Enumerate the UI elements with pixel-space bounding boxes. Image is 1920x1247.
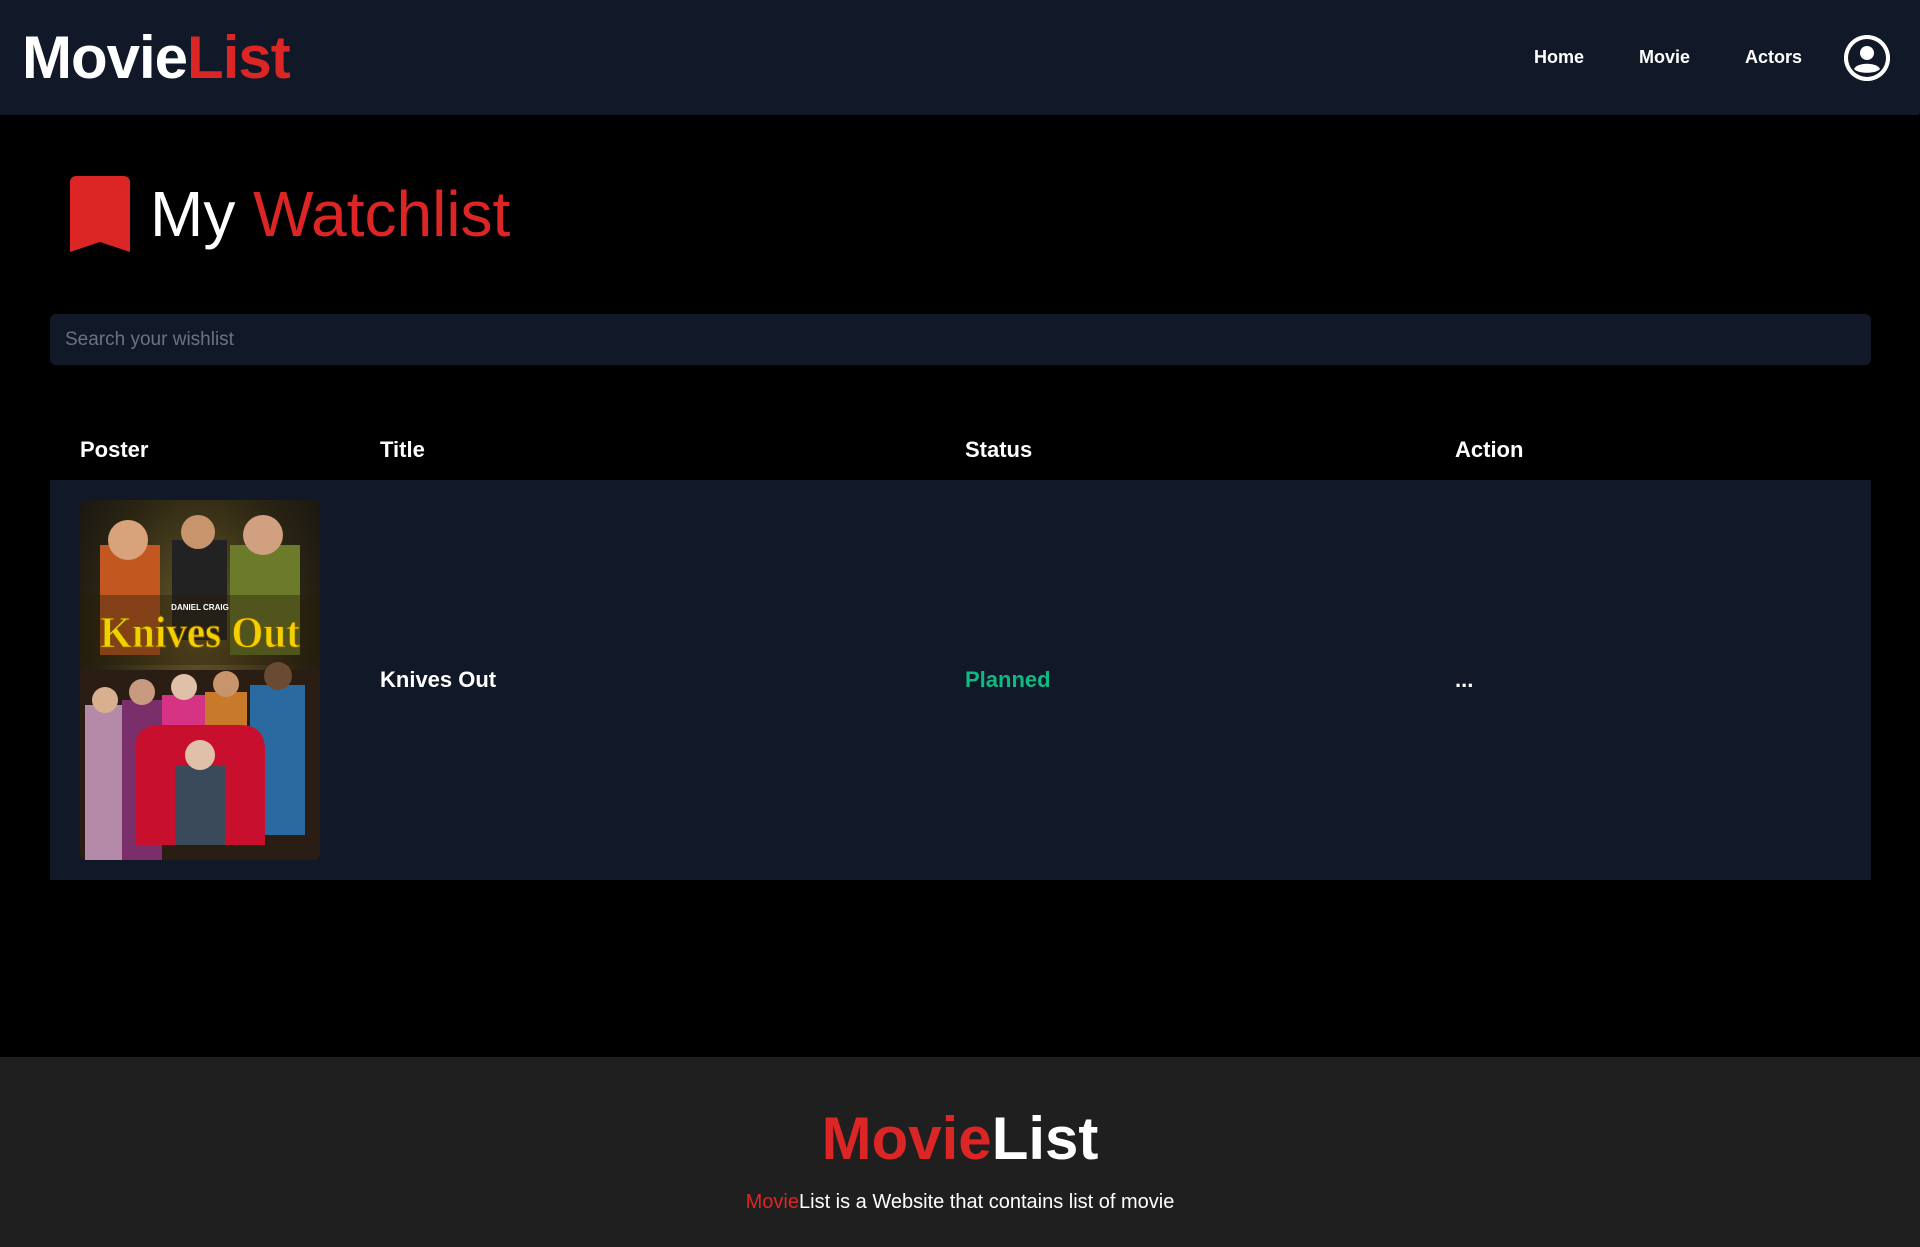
nav-menu: Home Movie Actors: [1534, 34, 1898, 81]
navbar: MovieList Home Movie Actors: [0, 0, 1920, 115]
brand-logo[interactable]: MovieList: [22, 27, 291, 88]
nav-actors-link[interactable]: Actors: [1745, 47, 1802, 68]
page-heading: My Watchlist: [70, 176, 510, 252]
footer: MovieList MovieList is a Website that co…: [0, 1057, 1920, 1247]
page-title-part1: My: [150, 178, 236, 250]
user-circle-icon[interactable]: [1844, 34, 1890, 81]
column-header-action: Action: [1455, 437, 1524, 462]
footer-desc-rest: List is a Website that contains list of …: [799, 1191, 1175, 1213]
page-title: My Watchlist: [150, 182, 510, 246]
footer-brand: MovieList: [0, 1109, 1920, 1169]
nav-movie-link[interactable]: Movie: [1639, 47, 1690, 68]
nav-home-link[interactable]: Home: [1534, 47, 1584, 68]
search-input[interactable]: [50, 314, 1871, 365]
bookmark-icon: [70, 176, 130, 252]
column-header-title: Title: [380, 437, 425, 462]
brand-part2: List: [187, 23, 291, 91]
column-header-status: Status: [965, 437, 1033, 462]
status-badge: Planned: [965, 667, 1051, 692]
movie-title[interactable]: Knives Out: [380, 667, 496, 693]
footer-description: MovieList is a Website that contains lis…: [0, 1191, 1920, 1214]
movie-poster[interactable]: DANIEL CRAIG Knives Out: [80, 500, 320, 860]
footer-brand-part1: Movie: [821, 1105, 992, 1172]
brand-part1: Movie: [22, 23, 188, 91]
poster-title: Knives Out: [100, 608, 300, 657]
footer-desc-highlight: Movie: [745, 1191, 799, 1213]
column-header-poster: Poster: [80, 437, 149, 462]
table-header: Poster Title Status Action: [50, 420, 1871, 480]
footer-brand-part2: List: [991, 1105, 1099, 1172]
action-menu-button[interactable]: ...: [1455, 667, 1473, 693]
watchlist-table: Poster Title Status Action DANIEL CRAIG …: [50, 420, 1871, 880]
page-title-part2: Watchlist: [253, 178, 511, 250]
table-row: DANIEL CRAIG Knives Out Knives Out Plann…: [50, 480, 1871, 880]
